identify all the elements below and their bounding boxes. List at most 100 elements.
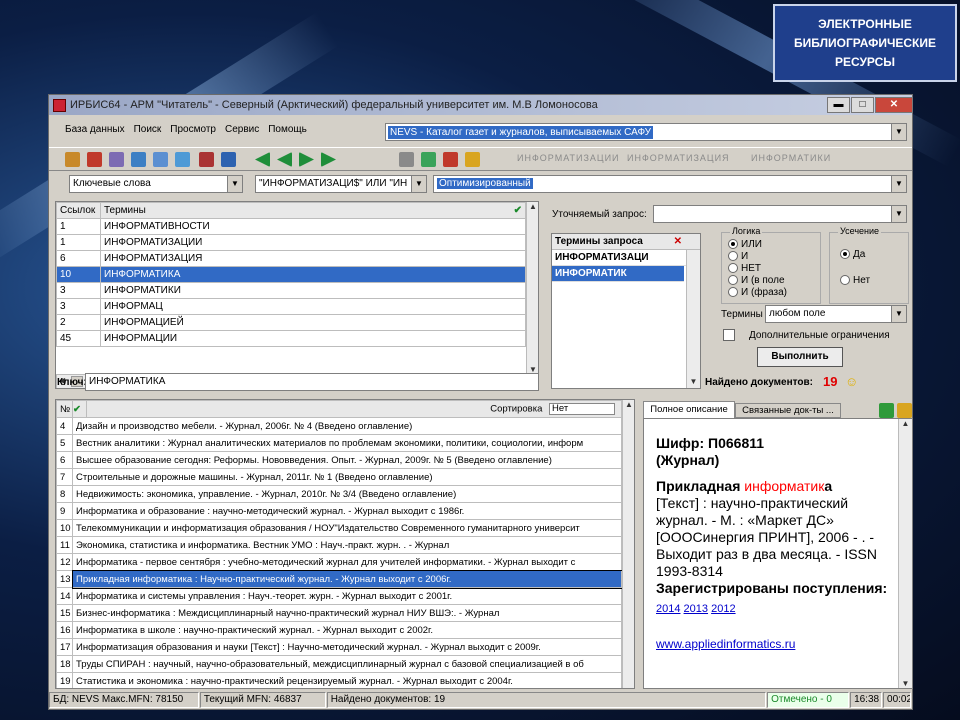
settings-icon[interactable] [465,152,480,167]
result-row[interactable]: 18 Труды СПИРАН : научный, научно-образов… [56,655,622,673]
search-mode-select[interactable]: Оптимизированный ▼ [433,175,907,193]
result-row[interactable]: 4 Дизайн и производство мебели. - Журнал,… [56,417,622,435]
chevron-down-icon[interactable]: ▼ [891,206,906,222]
scroll-up-icon[interactable]: ▲ [623,400,634,409]
result-row[interactable]: 19 Статистика и экономика : научно-практи… [56,672,622,688]
truncation-yes[interactable]: Да [840,249,865,260]
refined-query-select[interactable]: ▼ [653,205,907,223]
scroll-up-icon[interactable]: ▲ [899,419,912,428]
query-term-row-selected[interactable]: ИНФОРМАТИК [552,266,684,282]
database-select[interactable]: NEVS - Каталог газет и журналов, выписыв… [385,123,907,141]
close-button[interactable]: ✕ [875,97,913,113]
filter-icon[interactable] [175,152,190,167]
result-row[interactable]: 9 Информатика и образование : научно-мето… [56,502,622,520]
result-row[interactable]: 6 Высшее образование сегодня: Реформы. Но… [56,451,622,469]
logic-option-field[interactable]: И (в поле [728,275,785,286]
search-tool-icon[interactable] [65,152,80,167]
result-row[interactable]: 12 Информатика - первое сентября : учебно… [56,553,622,571]
delete-icon[interactable]: ✕ [674,234,682,249]
term-row[interactable]: 2 ИНФОРМАЦИЕЙ [56,314,526,331]
maximize-button[interactable]: □ [851,97,874,113]
first-icon[interactable] [255,152,270,167]
chevron-down-icon[interactable]: ▼ [891,306,906,322]
result-row[interactable]: 13 Прикладная информатика : Научно-практи… [56,569,623,589]
radio-icon[interactable] [728,251,738,262]
scroll-down-icon[interactable]: ▼ [899,679,912,688]
year-link[interactable]: 2013 [684,603,708,615]
logic-option-phrase[interactable]: И (фраза) [728,287,787,298]
next-icon[interactable] [299,152,314,167]
chevron-down-icon[interactable]: ▼ [411,176,426,192]
truncation-no[interactable]: Нет [840,275,870,286]
description-scrollbar[interactable]: ▲ ▼ [898,419,912,688]
radio-icon[interactable] [728,287,738,298]
extra-constraints-checkbox[interactable] [723,329,735,341]
query-term-row[interactable]: ИНФОРМАТИЗАЦИ [552,250,700,266]
result-row[interactable]: 7 Строительные и дорожные машины. - Журна… [56,468,622,486]
term-row[interactable]: 3 ИНФОРМАЦ [56,298,526,315]
result-row[interactable]: 15 Бизнес-информатика : Междисциплинарный… [56,604,622,622]
term-row[interactable]: 6 ИНФОРМАТИЗАЦИЯ [56,250,526,267]
results-scrollbar[interactable]: ▲ [622,400,634,688]
mail-icon[interactable] [443,152,458,167]
logic-option-and[interactable]: И [728,251,748,262]
terms-in-select[interactable]: любом поле ▼ [765,305,907,323]
export-icon[interactable] [221,152,236,167]
cart-icon[interactable] [879,403,894,418]
query-input[interactable]: "ИНФОРМАТИЗАЦИ$" ИЛИ "ИН ▼ [255,175,427,193]
sort-select[interactable]: Нет [549,403,615,415]
prev-icon[interactable] [277,152,292,167]
result-row[interactable]: 8 Недвижимость: экономика, управление. - … [56,485,622,503]
terms-scrollbar[interactable]: ▲ ▼ [526,202,538,374]
radio-icon[interactable] [728,275,738,286]
tab-related-docs[interactable]: Связанные док-ты ... [735,403,841,418]
result-row[interactable]: 11 Экономика, статистика и информатика. В… [56,536,622,554]
menu-item-view[interactable]: Просмотр [170,124,216,135]
execute-button[interactable]: Выполнить [757,347,843,367]
key-input[interactable]: ИНФОРМАТИКА [85,373,539,391]
result-row[interactable]: 14 Информатика и системы управления : Нау… [56,587,622,605]
checkmark-icon[interactable]: ✔ [72,400,87,418]
table-icon[interactable] [153,152,168,167]
radio-icon[interactable] [728,239,738,250]
book-icon[interactable] [87,152,102,167]
radio-icon[interactable] [840,249,850,260]
result-row[interactable]: 5 Вестник аналитики : Журнал аналитически… [56,434,622,452]
year-link[interactable]: 2014 [656,603,680,615]
save-icon[interactable] [421,152,436,167]
bookmark-icon[interactable] [897,403,912,418]
result-row[interactable]: 16 Информатика в школе : научно-практичес… [56,621,622,639]
term-row[interactable]: 10 ИНФОРМАТИКА [56,266,526,283]
list-icon[interactable] [131,152,146,167]
result-row[interactable]: 10 Телекоммуникации и информатизация обра… [56,519,622,537]
order-icon[interactable] [199,152,214,167]
menu-item-help[interactable]: Помощь [268,124,307,135]
menu-item-service[interactable]: Сервис [225,124,259,135]
logic-option-not[interactable]: НЕТ [728,263,761,274]
query-terms-scrollbar[interactable]: ▼ [686,250,700,388]
chevron-down-icon[interactable]: ▼ [891,176,906,192]
chevron-down-icon[interactable]: ▼ [227,176,242,192]
last-icon[interactable] [321,152,336,167]
checkmark-icon[interactable]: ✔ [514,205,522,216]
term-row[interactable]: 1 ИНФОРМАТИЗАЦИИ [56,234,526,251]
minimize-button[interactable]: ▬ [827,97,850,113]
field-type-select[interactable]: Ключевые слова ▼ [69,175,243,193]
scroll-down-icon[interactable]: ▼ [687,377,700,386]
logic-option-or[interactable]: ИЛИ [728,239,762,250]
document-icon[interactable] [109,152,124,167]
term-row[interactable]: 1 ИНФОРМАТИВНОСТИ [56,218,526,235]
tab-full-description[interactable]: Полное описание [643,401,735,418]
term-row[interactable]: 3 ИНФОРМАТИКИ [56,282,526,299]
year-link[interactable]: 2012 [711,603,735,615]
radio-icon[interactable] [728,263,738,274]
result-row[interactable]: 17 Информатизация образования и науки [Те… [56,638,622,656]
site-link[interactable]: www.appliedinformatics.ru [656,636,900,653]
scroll-up-icon[interactable]: ▲ [527,202,538,211]
menu-item-search[interactable]: Поиск [134,124,162,135]
menu-item-database[interactable]: База данных [65,124,125,135]
radio-icon[interactable] [840,275,850,286]
print-icon[interactable] [399,152,414,167]
chevron-down-icon[interactable]: ▼ [891,124,906,140]
term-row[interactable]: 45 ИНФОРМАЦИИ [56,330,526,347]
